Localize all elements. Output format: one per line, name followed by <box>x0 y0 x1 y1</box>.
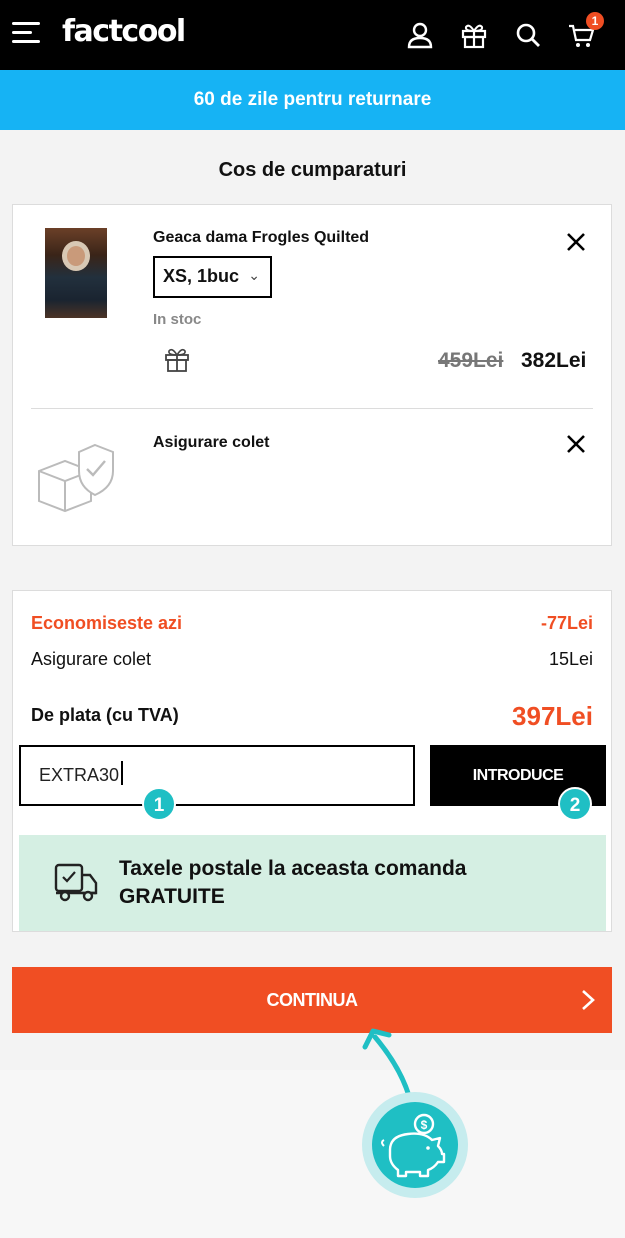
continue-label: CONTINUA <box>266 990 359 1010</box>
size-quantity-select[interactable]: XS, 1buc ⌄ <box>153 256 272 298</box>
order-summary: Economiseste azi -77Lei Asigurare colet … <box>12 590 612 932</box>
shipping-text: Taxele postale la aceasta comanda GRATUI… <box>119 855 466 911</box>
free-shipping-notice: Taxele postale la aceasta comanda GRATUI… <box>19 835 606 931</box>
continue-button[interactable]: CONTINUA <box>12 967 612 1033</box>
insurance-item-name: Asigurare colet <box>153 434 270 451</box>
step-2-badge: 2 <box>558 787 592 821</box>
page-title-bar: Cos de cumparaturi <box>0 130 625 204</box>
shipping-line-1: Taxele postale la aceasta comanda <box>119 857 467 880</box>
cart-count-badge: 1 <box>586 12 604 30</box>
insurance-label: Asigurare colet <box>31 649 152 669</box>
page-bottom <box>0 1070 625 1238</box>
top-header: factcool 1 <box>0 0 625 70</box>
insurance-value: 15Lei <box>548 649 593 669</box>
factcool-logo[interactable]: factcool <box>62 14 186 49</box>
piggy-bank-icon: $ <box>381 1113 446 1178</box>
remove-item-close-icon[interactable] <box>565 231 587 253</box>
total-label: De plata (cu TVA) <box>31 705 179 725</box>
delivery-truck-icon <box>54 863 98 902</box>
stock-status: In stoc <box>153 311 202 328</box>
parcel-insurance-icon <box>38 443 114 513</box>
remove-insurance-close-icon[interactable] <box>565 433 587 455</box>
account-icon[interactable] <box>405 20 435 50</box>
original-price: 459Lei <box>438 349 504 372</box>
shipping-line-2: GRATUITE <box>119 885 225 908</box>
svg-text:$: $ <box>421 1118 428 1132</box>
savings-value: -77Lei <box>540 613 593 633</box>
step-1-badge: 1 <box>142 787 176 821</box>
gift-icon[interactable] <box>459 20 489 50</box>
size-quantity-value: XS, 1buc <box>163 266 240 286</box>
product-name[interactable]: Geaca dama Frogles Quilted <box>153 229 369 247</box>
chevron-down-icon: ⌄ <box>248 267 260 283</box>
item-divider <box>31 408 593 409</box>
returns-banner[interactable]: 60 de zile pentru returnare <box>0 70 625 130</box>
text-cursor <box>121 761 123 785</box>
savings-label: Economiseste azi <box>31 613 183 633</box>
product-image[interactable] <box>45 228 107 318</box>
search-icon[interactable] <box>513 20 543 50</box>
cart-items: Geaca dama Frogles Quilted XS, 1buc ⌄ In… <box>12 204 612 546</box>
current-price: 382Lei <box>521 349 587 372</box>
promo-code-input[interactable] <box>19 745 415 806</box>
total-value: 397Lei <box>512 701 593 731</box>
savings-piggy-badge: $ <box>362 1092 468 1198</box>
chevron-right-icon <box>582 990 595 1010</box>
gift-wrap-icon[interactable] <box>163 345 191 373</box>
menu-icon[interactable] <box>12 22 40 46</box>
page-title: Cos de cumparaturi <box>218 159 407 181</box>
